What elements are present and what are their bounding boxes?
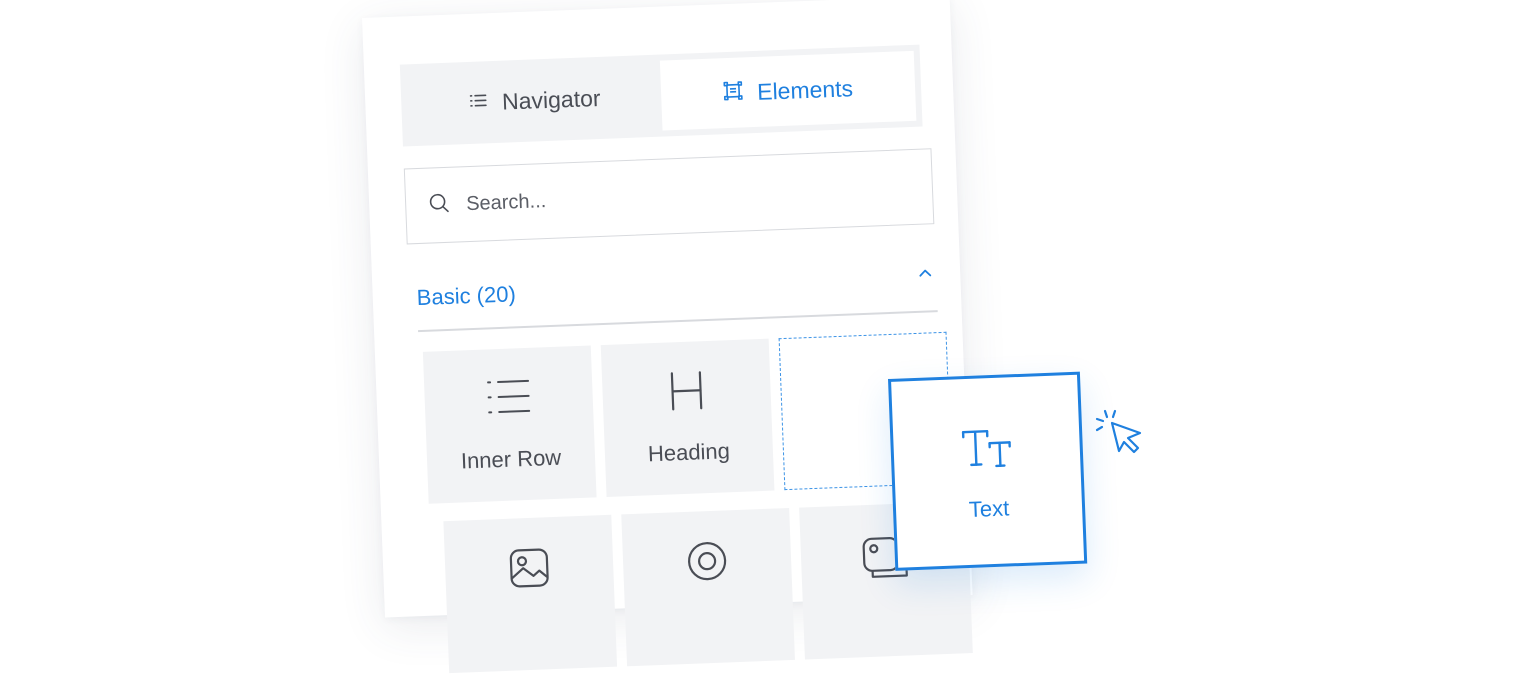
- tile-radio[interactable]: [621, 508, 795, 666]
- elements-icon: [723, 79, 744, 107]
- search-icon: [428, 191, 451, 219]
- dragged-text-label: Text: [896, 493, 1083, 526]
- panel-tabs: Navigator Elements: [400, 45, 923, 147]
- list-icon: [468, 89, 489, 117]
- tile-heading-label: Heading: [604, 437, 773, 469]
- tab-elements-label: Elements: [757, 75, 854, 106]
- search-input[interactable]: [464, 175, 889, 216]
- tile-image[interactable]: [443, 515, 617, 673]
- tab-navigator-label: Navigator: [502, 84, 601, 115]
- pointer-cursor-icon: [1094, 407, 1146, 457]
- tile-inner-row[interactable]: Inner Row: [423, 345, 597, 503]
- search-box: [404, 148, 935, 244]
- section-basic-header[interactable]: Basic (20): [416, 258, 937, 318]
- heading-icon: [602, 367, 771, 415]
- chevron-up-icon[interactable]: [916, 269, 937, 288]
- radio-icon: [622, 536, 792, 586]
- tile-inner-row-label: Inner Row: [427, 443, 596, 475]
- dragged-text-element[interactable]: Text: [888, 372, 1087, 571]
- text-type-icon: [893, 423, 1081, 474]
- tab-navigator[interactable]: Navigator: [406, 61, 662, 141]
- inner-row-icon: [424, 373, 593, 419]
- tab-elements[interactable]: Elements: [660, 51, 916, 131]
- image-icon: [444, 543, 614, 593]
- section-title: Basic (20): [416, 281, 516, 311]
- tile-heading[interactable]: Heading: [601, 339, 775, 497]
- elements-panel: Navigator Elements Basic (20): [362, 0, 973, 618]
